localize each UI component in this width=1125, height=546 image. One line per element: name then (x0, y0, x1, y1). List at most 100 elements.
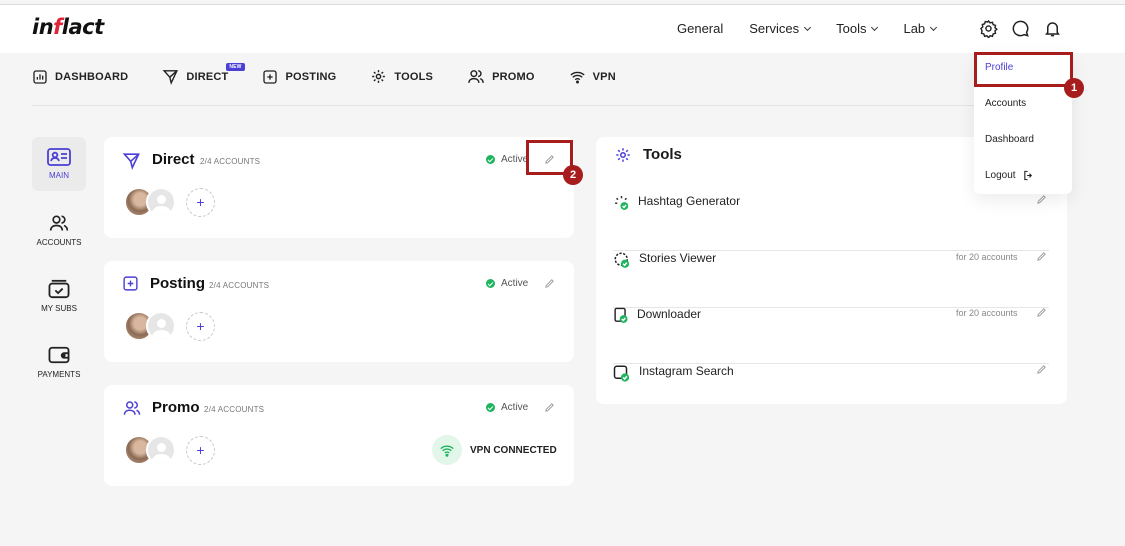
status-text: Active (501, 402, 529, 413)
dropdown-label: Logout (985, 170, 1016, 181)
subnav-label: VPN (592, 70, 616, 83)
pencil-icon[interactable] (1036, 251, 1047, 262)
logo[interactable]: inflact (32, 15, 104, 39)
card-direct: Direct 2/4 ACCOUNTS Active + (104, 137, 574, 238)
sidebar: MAIN ACCOUNTS MY SUBS PAYMENTS (32, 137, 86, 401)
wifi-icon (570, 71, 585, 83)
divider (32, 105, 1032, 106)
vpn-status: VPN CONNECTED (432, 435, 557, 465)
dropdown-item-logout[interactable]: Logout (985, 170, 1034, 181)
subnav-dashboard[interactable]: DASHBOARD (32, 68, 128, 85)
tool-row-hashtag-generator[interactable]: Hashtag Generator (613, 194, 1049, 251)
account-avatars: + (124, 435, 215, 465)
account-avatars: + (124, 187, 215, 217)
card-accounts-count: 2/4 ACCOUNTS (204, 405, 265, 414)
pencil-icon[interactable] (1036, 307, 1047, 318)
tool-row-instagram-search[interactable]: Instagram Search (613, 364, 1049, 421)
nav-general[interactable]: General (677, 21, 723, 36)
sidebar-item-my-subs[interactable]: MY SUBS (32, 269, 86, 323)
tool-note: for 20 accounts (956, 308, 1018, 318)
chevron-down-icon (930, 23, 938, 31)
card-accounts-count: 2/4 ACCOUNTS (209, 281, 270, 290)
card-promo: Promo 2/4 ACCOUNTS Active + VPN CONNECTE… (104, 385, 574, 486)
dropdown-item-accounts[interactable]: Accounts (985, 98, 1026, 109)
tool-label: Hashtag Generator (638, 194, 741, 208)
avatar-placeholder[interactable] (146, 311, 176, 341)
sidebar-label: MAIN (49, 171, 69, 180)
subnav-label: POSTING (285, 70, 337, 83)
tool-note: for 20 accounts (956, 252, 1018, 262)
card-title: Direct (152, 151, 195, 168)
status-badge: Active (486, 402, 528, 413)
users-icon (49, 215, 69, 231)
wallet-icon (48, 346, 70, 364)
top-nav: General Services Tools Lab (677, 21, 962, 36)
instagram-search-icon (613, 365, 630, 382)
nav-label: Tools (836, 21, 867, 36)
stories-viewer-icon (614, 252, 630, 268)
tool-row-stories-viewer[interactable]: Stories Viewer for 20 accounts (613, 251, 1049, 308)
subnav-label: DASHBOARD (55, 70, 129, 83)
add-account-button[interactable]: + (186, 311, 215, 341)
nav-lab[interactable]: Lab (903, 21, 938, 36)
nav-services[interactable]: Services (749, 21, 812, 36)
tool-label: Downloader (637, 307, 702, 321)
dropdown-label: Accounts (985, 98, 1027, 109)
sidebar-item-main[interactable]: MAIN (32, 137, 86, 191)
tools-title: Tools (643, 146, 682, 163)
logo-text-start: in (32, 15, 54, 39)
dropdown-label: Dashboard (985, 134, 1034, 145)
nav-tools[interactable]: Tools (836, 21, 879, 36)
pencil-icon[interactable] (544, 402, 555, 413)
sidebar-label: ACCOUNTS (36, 238, 82, 247)
avatar-placeholder[interactable] (146, 435, 176, 465)
tool-label: Stories Viewer (639, 251, 717, 265)
account-avatars: + (124, 311, 215, 341)
downloader-icon (614, 307, 628, 323)
chat-icon[interactable] (1010, 18, 1030, 38)
header-icons (978, 18, 1062, 38)
new-badge: NEW (226, 63, 245, 71)
status-text: Active (501, 154, 529, 165)
tools-icon (616, 148, 630, 162)
pencil-icon[interactable] (1036, 194, 1047, 205)
highlight-profile (974, 52, 1073, 87)
add-account-button[interactable]: + (186, 187, 215, 217)
gear-icon[interactable] (978, 18, 998, 38)
avatar-placeholder[interactable] (146, 187, 176, 217)
status-badge: Active (486, 278, 528, 289)
chevron-down-icon (804, 23, 812, 31)
tools-icon (372, 70, 386, 83)
subnav-vpn[interactable]: VPN (569, 68, 616, 85)
plus-square-icon (263, 69, 278, 84)
subnav-posting[interactable]: POSTING (262, 68, 336, 85)
subnav-promo[interactable]: PROMO (467, 68, 535, 85)
logo-text-mid: f (53, 15, 62, 39)
subnav-tools[interactable]: TOOLS (370, 68, 433, 85)
card-posting: Posting 2/4 ACCOUNTS Active + (104, 261, 574, 362)
subnav-direct[interactable]: DIRECT NEW (162, 63, 245, 85)
sidebar-item-accounts[interactable]: ACCOUNTS (32, 203, 86, 257)
subnav-label: DIRECT (186, 70, 229, 83)
tool-label: Instagram Search (639, 364, 734, 378)
card-title: Promo (152, 399, 200, 416)
nav-label: Lab (903, 21, 926, 36)
dropdown-item-dashboard[interactable]: Dashboard (985, 134, 1034, 145)
send-icon (162, 70, 179, 85)
sidebar-item-payments[interactable]: PAYMENTS (32, 335, 86, 389)
bell-icon[interactable] (1042, 18, 1062, 38)
card-title: Posting (150, 275, 205, 292)
hashtag-generator-icon (615, 196, 629, 210)
pencil-icon[interactable] (544, 278, 555, 289)
status-badge: Active (486, 154, 528, 165)
logout-icon (1023, 170, 1032, 181)
section-nav: DASHBOARD DIRECT NEW POSTING TOOLS PROMO… (32, 63, 650, 85)
add-account-button[interactable]: + (186, 435, 215, 465)
tool-row-downloader[interactable]: Downloader for 20 accounts (613, 307, 1049, 364)
users-icon (468, 70, 484, 83)
status-text: Active (501, 278, 529, 289)
chevron-down-icon (871, 23, 879, 31)
sidebar-label: PAYMENTS (37, 370, 81, 379)
pencil-icon[interactable] (1036, 364, 1047, 375)
sidebar-label: MY SUBS (41, 304, 77, 313)
